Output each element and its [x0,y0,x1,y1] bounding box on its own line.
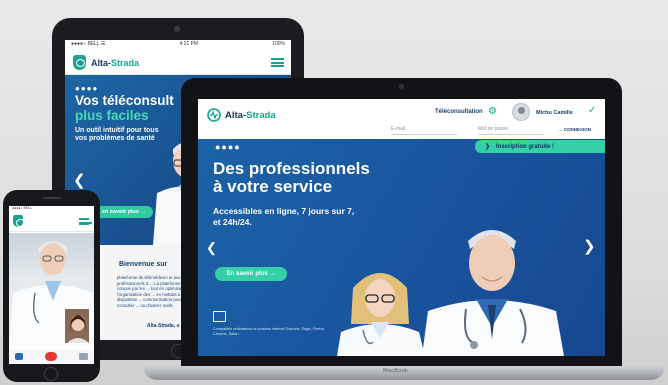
logo-icon[interactable] [207,108,221,122]
hamburger-menu-icon[interactable] [79,218,92,225]
email-field[interactable]: E-mail [391,126,457,135]
carousel-prev-icon[interactable]: ❮ [206,240,217,256]
check-icon[interactable]: ✓ [588,105,596,116]
welcome-signature: Alta-Strada, u [147,323,180,329]
hamburger-menu-icon[interactable] [271,58,284,67]
time-label: 4:21 PM [179,41,199,47]
video-call-view [9,233,94,350]
self-view-thumbnail[interactable] [64,308,90,344]
password-field[interactable]: Mot de passe [478,126,544,135]
video-icon[interactable] [79,353,88,360]
phone-speaker [43,197,61,199]
call-controls [9,350,94,364]
battery-label: 100% [272,41,285,47]
logo-icon[interactable] [13,215,25,227]
doctor-photo [422,230,564,356]
laptop-device: Alta-Strada Téléconsultation ⚙ Michu Cam… [181,78,622,366]
carousel-dots[interactable]: ●●●● [215,142,241,152]
chat-icon[interactable] [15,353,23,360]
nav-teleconsultation[interactable]: Téléconsultation [435,109,483,115]
laptop-screen: Alta-Strada Téléconsultation ⚙ Michu Cam… [198,99,605,356]
phone-device: ●●●●○ BELL [3,190,100,382]
tablet-camera [174,26,180,32]
carousel-dots[interactable]: ●●●● [75,84,98,93]
tablet-logo-text[interactable]: Alta-Strada [91,58,139,68]
logo-text[interactable]: Alta-Strada [225,110,276,121]
logo-icon[interactable] [73,55,86,70]
user-name[interactable]: Michu Camille [536,110,573,116]
phone-home-button[interactable] [44,367,58,381]
nurse-photo [337,273,425,356]
hangup-icon[interactable] [45,352,57,361]
hero-title: Des professionnels à votre service [213,159,370,196]
compatibility-note: Compatible ordinateurs et mobiles Intern… [213,327,326,336]
free-signup-banner[interactable]: ❯ Inscription gratuite ! [475,140,605,153]
learn-more-button[interactable]: En savoir plus → [215,267,287,281]
hero-subtitle: Accessibles en ligne, 7 jours sur 7, et … [213,206,355,227]
tablet-site-header: Alta-Strada [65,49,291,75]
tablet-status-bar: ●●●●○ BELL ☰ 4:21 PM 100% [65,40,291,49]
laptop-camera [399,84,404,89]
laptop-model-label: MacBook [383,368,409,374]
login-bar: E-mail Mot de passe → CONNEXION [198,125,605,139]
gear-icon[interactable]: ⚙ [488,106,497,117]
hero-banner: ●●●● Des professionnels à votre service A… [198,139,605,356]
avatar[interactable] [512,103,530,121]
carousel-next-icon[interactable]: ❯ [583,237,596,255]
arrow-icon: ❯ [485,144,491,150]
carrier-label: ●●●●○ BELL ☰ [71,41,106,47]
tablet-learn-more-button[interactable]: en savoir plus → [95,206,153,218]
connect-button[interactable]: → CONNEXION [558,127,591,132]
carousel-prev-icon[interactable]: ❮ [73,171,86,189]
devices-icon [213,311,226,322]
phone-site-header [9,212,94,232]
phone-screen: ●●●●○ BELL [9,206,94,364]
